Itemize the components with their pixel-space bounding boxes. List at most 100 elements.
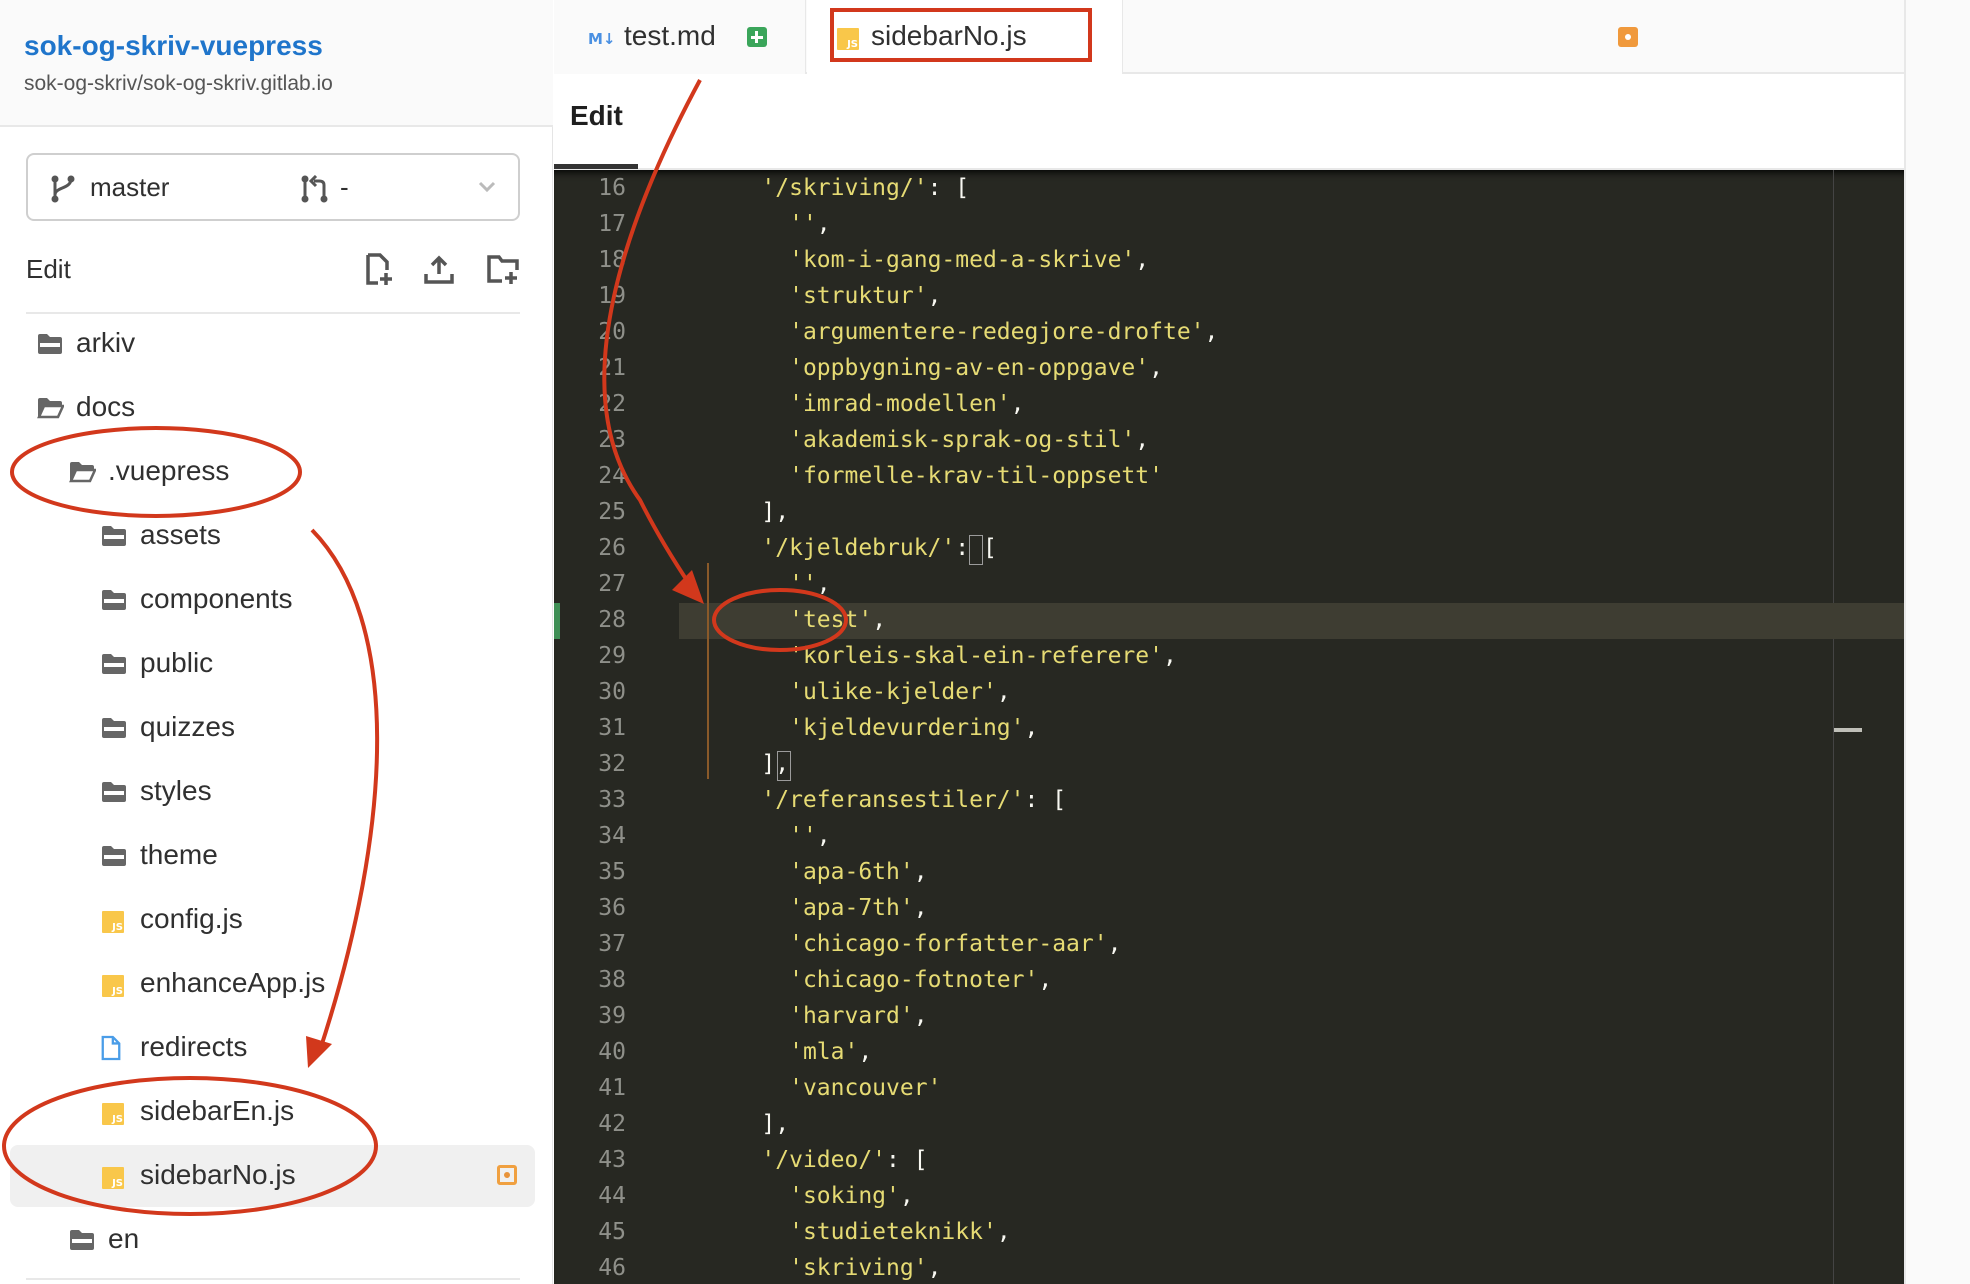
line-number: 32 <box>598 751 626 777</box>
tree-item-quizzes[interactable]: quizzes <box>10 697 535 759</box>
code-line: 23 'akademisk-sprak-og-stil', <box>554 423 1904 459</box>
tree-item-public[interactable]: public <box>10 633 535 695</box>
code-line: 41 'vancouver' <box>554 1071 1904 1107</box>
code-line: 16 '/skriving/': [ <box>554 171 1904 207</box>
tab-label: sidebarNo.js <box>871 20 1027 51</box>
tree-item-redirects[interactable]: redirects <box>10 1017 535 1079</box>
tree-item-arkiv[interactable]: arkiv <box>10 313 535 375</box>
folder-icon <box>100 652 128 676</box>
tree-item-sidebaren-js[interactable]: JS sidebarEn.js <box>10 1081 535 1143</box>
tree-item-label: redirects <box>140 1031 248 1062</box>
folder-icon <box>68 1228 96 1252</box>
tree-item-label: en <box>108 1223 140 1254</box>
code-text: '/referansestiler/': [ <box>761 787 1067 813</box>
tab-test-md[interactable]: M↓ test.md <box>554 0 806 74</box>
editor-panel: M↓ test.md JS sidebarNo.js Edit 16 '/skr… <box>554 0 1904 1284</box>
code-line: 27 '', <box>554 567 1904 603</box>
folder-open-icon <box>68 460 97 484</box>
tree-item-docs[interactable]: docs <box>10 377 535 439</box>
code-text: 'ulike-kjelder', <box>789 679 1011 705</box>
code-text: 'chicago-forfatter-aar', <box>789 931 1122 957</box>
line-number: 23 <box>598 427 626 453</box>
line-number: 38 <box>598 967 626 993</box>
tree-item-config-js[interactable]: JS config.js <box>10 889 535 951</box>
code-line: 30 'ulike-kjelder', <box>554 675 1904 711</box>
tree-item-label: components <box>140 583 293 614</box>
tree-item-label: assets <box>140 519 221 550</box>
tab-edit[interactable]: Edit <box>570 100 623 132</box>
code-text: 'oppbygning-av-en-oppgave', <box>789 355 1163 381</box>
tree-item-theme[interactable]: theme <box>10 825 535 887</box>
tree-item-sidebarno-js[interactable]: JS sidebarNo.js <box>10 1145 535 1207</box>
modified-icon <box>1618 27 1638 47</box>
code-text: 'kom-i-gang-med-a-skrive', <box>789 247 1150 273</box>
folder-icon <box>100 716 128 740</box>
new-file-icon[interactable] <box>362 252 396 286</box>
code-text: 'struktur', <box>789 283 942 309</box>
tree-item-assets[interactable]: assets <box>10 505 535 567</box>
code-text: 'apa-7th', <box>789 895 928 921</box>
code-text: '/video/': [ <box>761 1147 928 1173</box>
code-line: 45 'studieteknikk', <box>554 1215 1904 1251</box>
line-number: 18 <box>598 247 626 273</box>
line-number: 30 <box>598 679 626 705</box>
line-number: 37 <box>598 931 626 957</box>
line-number: 34 <box>598 823 626 849</box>
code-text: 'formelle-krav-til-oppsett' <box>789 463 1163 489</box>
line-number: 42 <box>598 1111 626 1137</box>
code-line: 21 'oppbygning-av-en-oppgave', <box>554 351 1904 387</box>
tree-item-label: sidebarEn.js <box>140 1095 295 1126</box>
merge-request-value: - <box>340 172 349 202</box>
code-text: 'argumentere-redegjore-drofte', <box>789 319 1219 345</box>
code-line: 34 '', <box>554 819 1904 855</box>
editor-mode-bar: Edit <box>554 74 1904 170</box>
tree-item-components[interactable]: components <box>10 569 535 631</box>
folder-icon <box>100 524 128 548</box>
folder-icon <box>36 332 64 356</box>
tree-item-label: docs <box>76 391 136 422</box>
line-number: 36 <box>598 895 626 921</box>
folder-open-icon <box>36 396 65 420</box>
folder-icon <box>100 588 128 612</box>
code-text: 'kjeldevurdering', <box>789 715 1039 741</box>
file-icon <box>100 1035 128 1061</box>
folder-icon <box>100 780 128 804</box>
code-editor[interactable]: 16 '/skriving/': [17 '', 18 'kom-i-gang-m… <box>554 170 1904 1284</box>
new-folder-icon[interactable] <box>486 252 520 286</box>
tab-sidebarno-js[interactable]: JS sidebarNo.js <box>807 0 1123 75</box>
tree-item-label: quizzes <box>140 711 235 742</box>
file-tabs: M↓ test.md JS sidebarNo.js <box>554 0 1904 75</box>
project-title[interactable]: sok-og-skriv-vuepress <box>24 30 323 62</box>
tree-item-label: theme <box>140 839 218 870</box>
upload-icon[interactable] <box>422 252 456 286</box>
bracket-match-open <box>969 535 984 565</box>
branch-selector[interactable]: master - <box>26 153 520 221</box>
code-line: 33 '/referansestiler/': [ <box>554 783 1904 819</box>
code-line: 17 '', <box>554 207 1904 243</box>
tree-item-styles[interactable]: styles <box>10 761 535 823</box>
project-path: sok-og-skriv/sok-og-skriv.gitlab.io <box>24 72 333 95</box>
tree-item-en[interactable]: en <box>10 1209 535 1271</box>
added-icon <box>747 27 767 47</box>
line-number: 43 <box>598 1147 626 1173</box>
code-text: 'akademisk-sprak-og-stil', <box>789 427 1150 453</box>
line-number: 17 <box>598 211 626 237</box>
js-file-icon: JS <box>102 975 124 997</box>
branch-icon <box>51 175 75 203</box>
edit-label: Edit <box>26 254 71 284</box>
folder-icon <box>100 844 128 868</box>
code-line: 19 'struktur', <box>554 279 1904 315</box>
code-line: 18 'kom-i-gang-med-a-skrive', <box>554 243 1904 279</box>
line-number: 31 <box>598 715 626 741</box>
tree-item-enhanceapp-js[interactable]: JS enhanceApp.js <box>10 953 535 1015</box>
line-number: 21 <box>598 355 626 381</box>
code-text: 'harvard', <box>789 1003 928 1029</box>
code-text: 'skriving', <box>789 1255 942 1281</box>
divider <box>26 1278 520 1280</box>
tree-item-label: public <box>140 647 214 678</box>
js-file-icon: JS <box>102 911 124 933</box>
code-line: 22 'imrad-modellen', <box>554 387 1904 423</box>
tree-item-vuepress[interactable]: .vuepress <box>10 441 535 503</box>
line-number: 35 <box>598 859 626 885</box>
code-line: 28 'test', <box>554 603 1904 639</box>
